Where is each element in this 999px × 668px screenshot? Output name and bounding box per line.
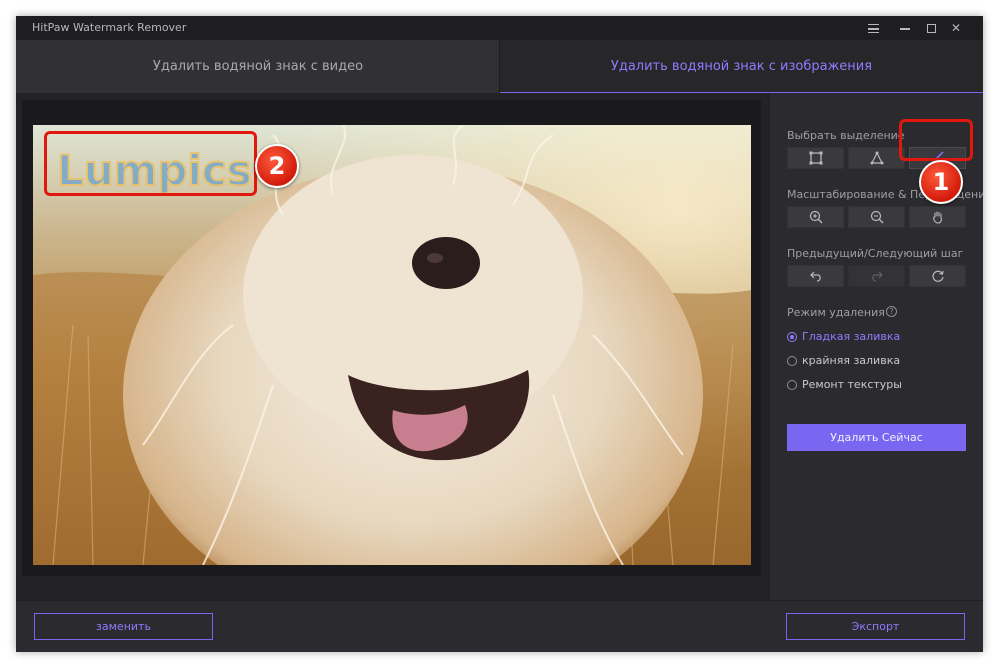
mode-option-label: Ремонт текстуры bbox=[802, 378, 902, 391]
select-label: Выбрать выделение bbox=[787, 129, 905, 142]
redo-icon bbox=[872, 271, 883, 282]
bottom-bar: заменить Экспорт bbox=[16, 600, 983, 652]
radio-texture[interactable] bbox=[787, 380, 797, 390]
app-title: HitPaw Watermark Remover bbox=[32, 21, 187, 34]
mode-label: Режим удаления bbox=[787, 306, 885, 319]
app-window: HitPaw Watermark Remover ✕ Удалить водян… bbox=[16, 16, 983, 652]
menu-icon[interactable] bbox=[864, 19, 882, 37]
steps-label: Предыдущий/Следующий шаг bbox=[787, 247, 964, 260]
export-button[interactable]: Экспорт bbox=[786, 613, 965, 640]
watermark-highlight bbox=[44, 131, 257, 196]
help-icon[interactable]: ? bbox=[886, 306, 897, 317]
zoom-out-icon bbox=[870, 210, 884, 224]
pan-button[interactable] bbox=[909, 206, 966, 228]
polygon-select-button[interactable] bbox=[848, 147, 905, 169]
undo-button[interactable] bbox=[787, 265, 844, 287]
mode-tabs: Удалить водяной знак с видео Удалить вод… bbox=[16, 40, 983, 93]
rectangle-select-icon bbox=[809, 151, 823, 165]
mode-option-label: крайняя заливка bbox=[802, 354, 901, 367]
undo-icon bbox=[810, 271, 821, 282]
reset-button[interactable] bbox=[909, 265, 966, 287]
annotation-badge-1: 1 bbox=[919, 160, 963, 204]
redo-button[interactable] bbox=[848, 265, 905, 287]
polygon-select-icon bbox=[870, 151, 884, 165]
tab-video[interactable]: Удалить водяной знак с видео bbox=[16, 40, 500, 93]
hand-icon bbox=[933, 211, 942, 224]
zoom-in-button[interactable] bbox=[787, 206, 844, 228]
annotation-badge-2: 2 bbox=[255, 144, 299, 188]
radio-edge[interactable] bbox=[787, 356, 797, 366]
close-icon[interactable]: ✕ bbox=[947, 19, 965, 37]
minimize-icon[interactable] bbox=[896, 19, 914, 37]
replace-button[interactable]: заменить bbox=[34, 613, 213, 640]
rectangle-select-button[interactable] bbox=[787, 147, 844, 169]
radio-smooth[interactable] bbox=[787, 332, 797, 342]
brush-highlight bbox=[899, 119, 973, 161]
maximize-icon[interactable] bbox=[922, 19, 940, 37]
remove-now-button[interactable]: Удалить Сейчас bbox=[787, 424, 966, 451]
tab-image[interactable]: Удалить водяной знак с изображения bbox=[500, 40, 983, 93]
title-bar: HitPaw Watermark Remover ✕ bbox=[16, 16, 983, 40]
mode-option-label: Гладкая заливка bbox=[802, 330, 901, 343]
reset-icon bbox=[932, 270, 944, 282]
zoom-out-button[interactable] bbox=[848, 206, 905, 228]
zoom-in-icon bbox=[809, 210, 823, 224]
